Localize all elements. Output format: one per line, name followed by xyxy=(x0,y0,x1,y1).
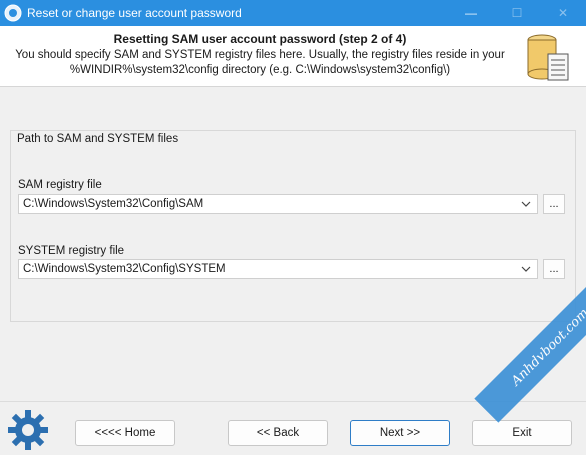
chevron-down-icon[interactable] xyxy=(515,201,537,207)
gear-icon xyxy=(8,410,48,450)
sam-browse-button[interactable]: ... xyxy=(543,194,565,214)
group-legend: Path to SAM and SYSTEM files xyxy=(17,133,179,145)
minimize-button[interactable]: — xyxy=(448,0,494,26)
step-description: You should specify SAM and SYSTEM regist… xyxy=(0,48,520,78)
sam-label: SAM registry file xyxy=(18,179,102,191)
exit-button[interactable]: Exit xyxy=(472,420,572,446)
system-path-combobox[interactable]: C:\Windows\System32\Config\SYSTEM xyxy=(18,259,538,279)
window-title: Reset or change user account password xyxy=(27,6,242,20)
system-browse-button[interactable]: ... xyxy=(543,259,565,279)
step-title: Resetting SAM user account password (ste… xyxy=(113,32,407,46)
description-line-1: You should specify SAM and SYSTEM regist… xyxy=(15,49,505,61)
chevron-down-icon[interactable] xyxy=(515,266,537,272)
next-button[interactable]: Next >> xyxy=(350,420,450,446)
system-path-value: C:\Windows\System32\Config\SYSTEM xyxy=(23,263,226,275)
system-label: SYSTEM registry file xyxy=(18,245,125,257)
maximize-button[interactable]: ☐ xyxy=(494,0,540,26)
paths-groupbox xyxy=(10,130,576,322)
registry-database-icon xyxy=(527,34,569,81)
home-button[interactable]: <<<< Home xyxy=(75,420,175,446)
sam-path-combobox[interactable]: C:\Windows\System32\Config\SAM xyxy=(18,194,538,214)
wizard-header: Resetting SAM user account password (ste… xyxy=(0,26,586,87)
close-button[interactable]: ✕ xyxy=(540,0,586,26)
sam-path-value: C:\Windows\System32\Config\SAM xyxy=(23,198,204,210)
back-button[interactable]: << Back xyxy=(228,420,328,446)
app-icon xyxy=(4,4,22,22)
title-bar: Reset or change user account password — … xyxy=(0,0,586,26)
description-line-2: %WINDIR%\system32\config directory (e.g.… xyxy=(69,64,451,76)
